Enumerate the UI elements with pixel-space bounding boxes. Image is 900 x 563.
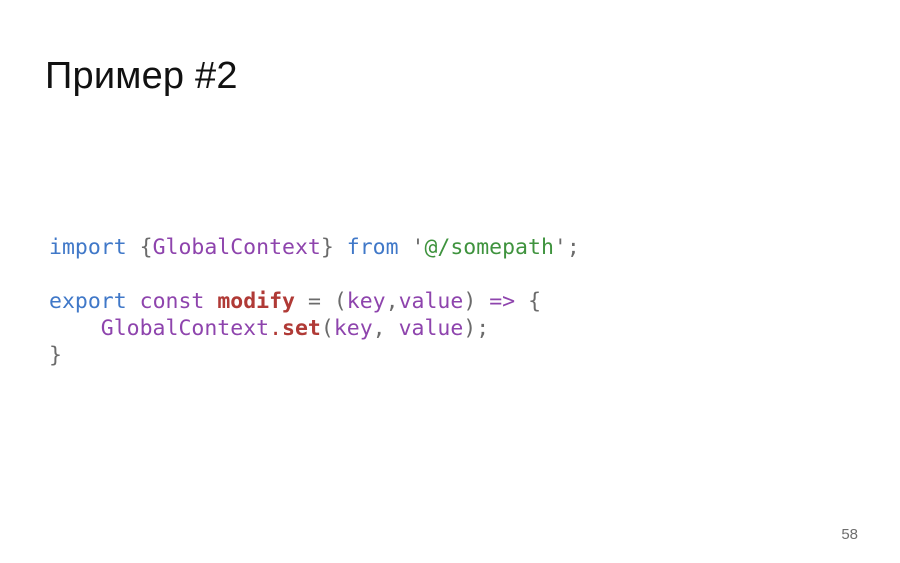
code-token: ' xyxy=(411,234,425,260)
code-token: = xyxy=(307,288,321,314)
code-token: set xyxy=(282,315,321,341)
code-token: GlobalContext xyxy=(100,315,270,341)
code-line: } xyxy=(49,342,580,369)
page-title: Пример #2 xyxy=(45,55,238,98)
code-token: from xyxy=(346,234,399,260)
code-token: , xyxy=(372,315,386,341)
code-token: @/somepath xyxy=(424,234,554,260)
code-line: GlobalContext.set(key, value); xyxy=(49,315,580,342)
code-token: key xyxy=(333,315,373,341)
code-token: ( xyxy=(333,288,347,314)
code-token: GlobalContext xyxy=(152,234,321,260)
code-token: ) xyxy=(463,288,477,314)
code-line: export const modify = (key,value) => { xyxy=(49,288,580,315)
code-token: { xyxy=(139,234,153,260)
code-block: import {GlobalContext} from '@/somepath'… xyxy=(49,234,580,369)
code-token: , xyxy=(385,288,399,314)
code-token: { xyxy=(528,288,542,314)
code-token: ' xyxy=(553,234,567,260)
code-token: ) xyxy=(463,315,477,341)
code-token: key xyxy=(346,288,386,314)
slide-canvas: Пример #2 import {GlobalContext} from '@… xyxy=(0,0,900,563)
code-token: } xyxy=(320,234,334,260)
code-token: ; xyxy=(476,315,490,341)
code-token: export xyxy=(49,288,127,314)
code-token: . xyxy=(269,315,283,341)
code-token: import xyxy=(49,234,127,260)
code-token: => xyxy=(489,288,516,314)
page-number: 58 xyxy=(841,526,858,543)
code-line: import {GlobalContext} from '@/somepath'… xyxy=(49,234,580,261)
code-token: const xyxy=(139,288,205,314)
code-token: ; xyxy=(566,234,580,260)
code-token: } xyxy=(49,342,62,368)
code-token: value xyxy=(398,315,464,341)
code-token: modify xyxy=(217,288,295,314)
code-token: value xyxy=(398,288,464,314)
code-token: ( xyxy=(320,315,334,341)
